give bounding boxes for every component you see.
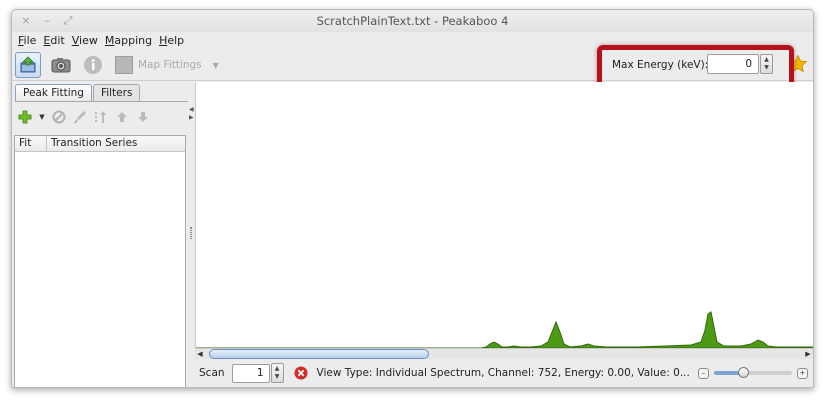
menu-edit[interactable]: Edit	[43, 34, 64, 47]
status-bar: Scan 1 ▲ ▼ View Type: Individual Spectru…	[195, 360, 813, 386]
fittings-table[interactable]: Fit Transition Series	[14, 135, 186, 387]
window-title: ScratchPlainText.txt - Peakaboo 4	[316, 14, 509, 28]
zoom-slider[interactable]	[713, 367, 792, 378]
spectrum-plot[interactable]	[195, 82, 813, 348]
minimize-window-icon[interactable]: –	[41, 10, 53, 32]
scroll-left-icon[interactable]: ◀	[195, 349, 205, 359]
side-panel: Peak Fitting Filters ▼ Fit Transition Se…	[12, 82, 188, 387]
info-icon	[84, 56, 102, 74]
close-window-icon[interactable]: ×	[20, 10, 32, 32]
add-icon[interactable]	[18, 110, 32, 124]
tab-peak-fitting[interactable]: Peak Fitting	[15, 84, 92, 101]
zoom-control: – +	[697, 367, 808, 379]
zoom-in-icon[interactable]: +	[796, 367, 808, 379]
peak-fitting-toolbar: ▼	[18, 108, 150, 126]
move-up-icon[interactable]	[115, 110, 129, 124]
scrollbar-thumb[interactable]	[209, 349, 429, 359]
map-fittings-label: Map Fittings	[138, 59, 202, 71]
open-file-icon	[20, 56, 36, 73]
menu-help[interactable]: Help	[159, 34, 184, 47]
open-data-button[interactable]	[15, 52, 41, 78]
column-transition-series[interactable]: Transition Series	[47, 136, 137, 151]
collapse-arrows-icon[interactable]: ◀ ▶	[189, 106, 194, 122]
tab-filters[interactable]: Filters	[92, 84, 141, 101]
horizontal-scrollbar[interactable]: ◀ ▶	[195, 348, 813, 359]
scroll-right-icon[interactable]: ▶	[803, 349, 813, 359]
scan-input[interactable]: 1	[231, 363, 270, 383]
app-window: × – ⤢ ScratchPlainText.txt - Peakaboo 4 …	[11, 9, 814, 388]
zoom-slider-knob[interactable]	[737, 367, 749, 378]
dropdown-arrow-icon[interactable]: ▼	[39, 110, 45, 124]
toolbar: Map Fittings ▼ Max Energy (keV): 0 ▲ ▼	[12, 45, 813, 93]
map-icon	[115, 56, 133, 74]
side-tabs: Peak Fitting Filters	[15, 84, 141, 101]
sort-icon[interactable]	[94, 110, 108, 124]
error-icon[interactable]	[294, 366, 308, 380]
menu-mapping[interactable]: Mapping	[105, 34, 152, 47]
scan-label: Scan	[199, 367, 225, 379]
window-controls: × – ⤢	[20, 10, 74, 32]
splitter-grip[interactable]	[190, 227, 192, 239]
cancel-icon[interactable]	[52, 110, 66, 124]
save-picture-button[interactable]	[50, 52, 72, 78]
spectrum-graphic	[196, 311, 813, 348]
status-text: View Type: Individual Spectrum, Channel:…	[316, 367, 690, 379]
tab-divider	[15, 101, 188, 102]
move-down-icon[interactable]	[136, 110, 150, 124]
chevron-down-icon[interactable]: ▼	[213, 61, 219, 70]
title-bar: × – ⤢ ScratchPlainText.txt - Peakaboo 4	[12, 10, 813, 32]
column-fit[interactable]: Fit	[15, 136, 47, 151]
panel-splitter[interactable]: ◀ ▶	[188, 82, 195, 387]
scan-spinner[interactable]: ▲ ▼	[270, 363, 284, 383]
spin-up-icon[interactable]: ▲	[275, 365, 280, 373]
map-fittings-button[interactable]: Map Fittings ▼	[115, 52, 219, 78]
camera-icon	[51, 58, 71, 73]
info-button[interactable]	[82, 52, 104, 78]
brush-icon[interactable]	[73, 110, 87, 124]
maximize-window-icon[interactable]: ⤢	[62, 10, 74, 32]
menu-view[interactable]: View	[72, 34, 98, 47]
menu-file[interactable]: File	[18, 34, 36, 47]
zoom-out-icon[interactable]: –	[697, 367, 709, 379]
spectrum-area	[196, 311, 813, 348]
fittings-table-header: Fit Transition Series	[15, 136, 185, 152]
spin-down-icon[interactable]: ▼	[275, 373, 280, 381]
